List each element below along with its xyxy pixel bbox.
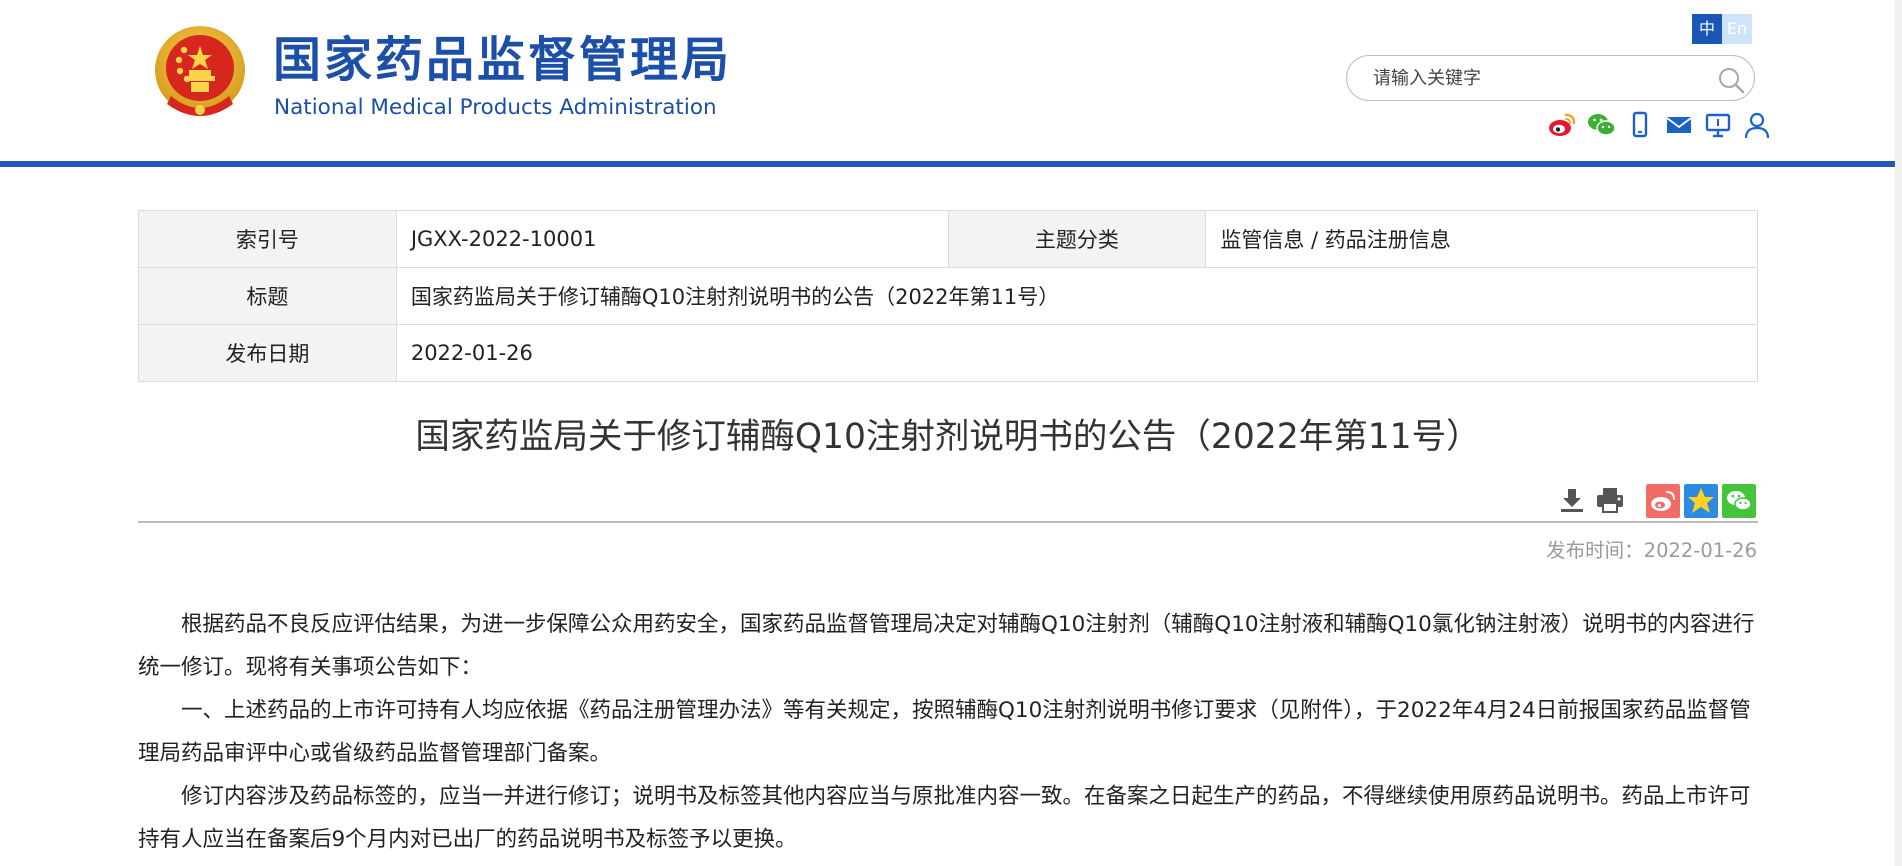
download-icon[interactable]: [1556, 484, 1588, 516]
table-row: 索引号 JGXX-2022-10001 主题分类 监管信息 / 药品注册信息: [138, 210, 1758, 268]
title-label: 标题: [138, 267, 397, 325]
site-title[interactable]: 国家药品监督管理局: [273, 30, 732, 90]
date-label: 发布日期: [138, 324, 397, 382]
article-paragraph: 修订内容涉及药品标签的，应当一并进行修订；说明书及标签其他内容应当与原批准内容一…: [138, 784, 1751, 852]
mail-icon[interactable]: [1664, 110, 1694, 140]
article-body: 根据药品不良反应评估结果，为进一步保障公众用药安全，国家药品监督管理局决定对辅酶…: [138, 603, 1758, 861]
user-icon[interactable]: [1742, 110, 1772, 140]
search-icon[interactable]: [1717, 66, 1745, 94]
category-value: 监管信息 / 药品注册信息: [1205, 210, 1758, 268]
weibo-icon[interactable]: [1547, 110, 1577, 140]
language-switcher: 中 En: [1692, 14, 1752, 44]
national-emblem-logo[interactable]: [153, 24, 247, 124]
mobile-icon[interactable]: [1625, 110, 1655, 140]
social-links: [1547, 110, 1772, 140]
title-value: 国家药监局关于修订辅酶Q10注射剂说明书的公告（2022年第11号）: [395, 267, 1759, 325]
share-wechat-icon[interactable]: [1722, 484, 1756, 518]
share-weibo-icon[interactable]: [1646, 484, 1680, 518]
print-icon[interactable]: [1594, 484, 1626, 516]
article-paragraph: 一、上述药品的上市许可持有人均应依据《药品注册管理办法》等有关规定，按照辅酶Q1…: [138, 698, 1751, 766]
header-divider-bar: [0, 161, 1895, 167]
article-meta-table: 索引号 JGXX-2022-10001 主题分类 监管信息 / 药品注册信息 标…: [138, 210, 1759, 382]
monitor-icon[interactable]: [1703, 110, 1733, 140]
article-paragraph: 根据药品不良反应评估结果，为进一步保障公众用药安全，国家药品监督管理局决定对辅酶…: [138, 612, 1755, 680]
article-toolbar: [1556, 484, 1756, 518]
table-row: 标题 国家药监局关于修订辅酶Q10注射剂说明书的公告（2022年第11号）: [138, 267, 1759, 325]
search-box: [1346, 55, 1755, 101]
index-label: 索引号: [138, 210, 397, 268]
search-input[interactable]: [1373, 65, 1693, 91]
wechat-icon[interactable]: [1586, 110, 1616, 140]
category-label: 主题分类: [947, 210, 1207, 268]
share-qzone-icon[interactable]: [1684, 484, 1718, 518]
date-value: 2022-01-26: [395, 324, 1759, 382]
article-title: 国家药监局关于修订辅酶Q10注射剂说明书的公告（2022年第11号）: [415, 417, 1481, 457]
lang-zh-button[interactable]: 中: [1692, 14, 1722, 44]
article-divider: [138, 521, 1758, 523]
scrollbar[interactable]: [1895, 0, 1902, 866]
publish-time: 发布时间：2022-01-26: [1546, 539, 1757, 562]
table-row: 发布日期 2022-01-26: [138, 324, 1759, 382]
site-header: 国家药品监督管理局 National Medical Products Admi…: [0, 0, 1895, 165]
site-subtitle[interactable]: National Medical Products Administration: [274, 94, 717, 122]
lang-en-button[interactable]: En: [1722, 14, 1752, 44]
index-value: JGXX-2022-10001: [395, 210, 949, 268]
